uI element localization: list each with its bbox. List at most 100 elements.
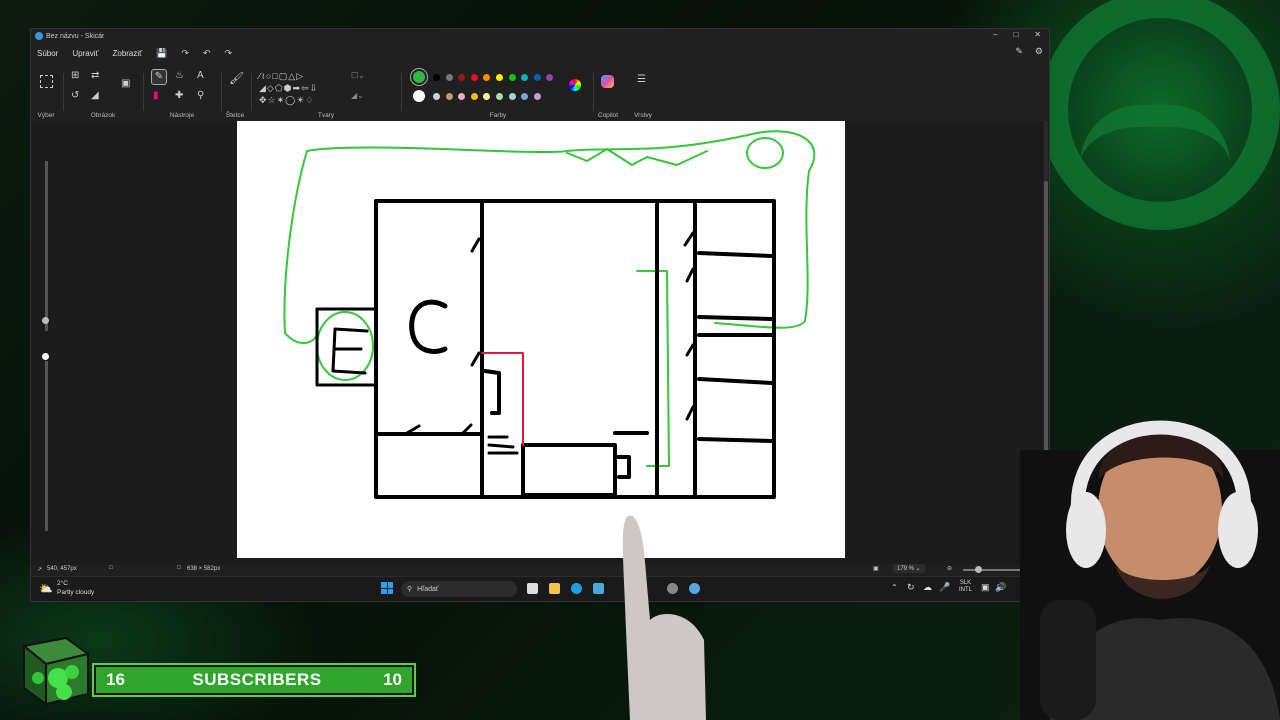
green-room-circle <box>316 311 374 381</box>
weather-temp[interactable]: 2°C <box>57 580 68 587</box>
group-colors: Farby <box>405 65 591 121</box>
settings-gear-icon[interactable]: ⚙ <box>1035 46 1043 57</box>
color-swatch[interactable] <box>496 74 503 81</box>
zoom-out-icon[interactable]: ⊖ <box>947 565 952 572</box>
color-swatch[interactable] <box>445 74 453 81</box>
canvas-size-icon: □ <box>177 565 181 571</box>
color-swatch[interactable] <box>458 93 466 100</box>
taskbar-search[interactable]: ⚲ Hľadať <box>401 581 517 597</box>
task-view-icon[interactable] <box>527 583 538 594</box>
redo-icon[interactable]: ↷ <box>224 48 232 59</box>
color-swatch[interactable] <box>413 90 425 102</box>
color-swatch[interactable] <box>533 74 541 81</box>
drawing-canvas[interactable] <box>237 121 845 558</box>
brush-size-slider[interactable] <box>45 161 48 331</box>
magnifier-icon[interactable]: ⚲ <box>197 91 204 101</box>
share-icon[interactable]: ↷ <box>181 48 189 59</box>
cursor-icon: ↗ <box>37 567 43 573</box>
brush-size-knob[interactable] <box>42 317 49 324</box>
color-swatch[interactable] <box>533 93 541 100</box>
text-icon[interactable]: A <box>197 71 204 81</box>
color-swatch[interactable] <box>483 74 491 81</box>
close-icon[interactable]: ✕ <box>1034 30 1041 39</box>
paint-app-icon <box>35 32 43 40</box>
undo-icon[interactable]: ↶ <box>203 48 211 59</box>
color-swatch[interactable] <box>483 93 491 100</box>
shapes-row1-icon[interactable]: ∕≀○□▢△▷ <box>259 71 304 81</box>
opacity-slider[interactable] <box>45 361 48 531</box>
steam-icon[interactable] <box>593 583 604 594</box>
color-swatch[interactable] <box>470 93 478 100</box>
flip-icon[interactable]: ◢ <box>91 91 99 101</box>
wall-line <box>697 251 774 258</box>
color-swatch[interactable] <box>521 93 529 100</box>
language-indicator[interactable]: SLK INTL <box>959 580 972 594</box>
weather-desc[interactable]: Partly cloudy <box>57 589 94 596</box>
opacity-knob[interactable] <box>42 353 49 360</box>
canvas-area <box>31 121 1043 565</box>
color-swatch[interactable] <box>546 74 554 81</box>
save-icon[interactable]: 💾 <box>156 48 167 59</box>
tray-chevron-icon[interactable]: ⌃ <box>891 583 898 592</box>
group-label-tools: Nástroje <box>169 112 195 119</box>
file-explorer-icon[interactable] <box>549 583 560 594</box>
fill-icon[interactable]: ♨ <box>175 71 184 81</box>
color-swatch[interactable] <box>508 74 516 81</box>
zoom-dropdown[interactable]: 179 % ⌄ <box>893 564 925 573</box>
menu-file[interactable]: Súbor <box>37 49 58 58</box>
streamer-webcam <box>1020 420 1280 720</box>
color-swatch[interactable] <box>445 93 453 100</box>
volume-icon[interactable]: 🔊 <box>995 582 1006 593</box>
eraser-icon[interactable]: ▮ <box>153 91 159 101</box>
tray-sync-icon[interactable]: ↻ <box>907 582 915 593</box>
select-rectangle-icon[interactable] <box>40 75 53 88</box>
color-swatch[interactable] <box>496 93 503 100</box>
group-image: ⊞ ⇄ ▣ ↺ ◢ Obrázok <box>67 65 139 121</box>
outline-icon[interactable]: ☐⌄ <box>351 71 365 81</box>
window-title: Bez názvu - Skicár <box>46 32 105 40</box>
maximize-icon[interactable]: □ <box>1013 30 1018 39</box>
title-bar: Bez názvu - Skicár <box>31 29 1049 43</box>
pencil-icon[interactable]: ✎ <box>151 69 167 85</box>
door-mark <box>483 369 501 415</box>
group-layers: ☰ Vrstvy <box>629 65 657 121</box>
brush-icon[interactable]: 🖌 <box>229 72 244 84</box>
wall-line <box>697 437 774 443</box>
color-swatch[interactable] <box>458 74 466 81</box>
menu-view[interactable]: Zobraziť <box>112 49 142 58</box>
tray-cloud-icon[interactable]: ☁ <box>923 582 932 593</box>
edit-colors-icon[interactable] <box>569 79 581 91</box>
ribbon-separator <box>63 73 64 111</box>
shapes-row2-icon[interactable]: ◢◇⬠⬢➡⇦⇩ <box>259 83 318 93</box>
menu-edit[interactable]: Upraviť <box>72 49 98 58</box>
announce-icon[interactable]: ✎ <box>1015 46 1023 57</box>
zoom-slider-knob[interactable] <box>975 566 982 573</box>
resize-icon[interactable]: ⇄ <box>91 71 99 81</box>
color-swatch[interactable] <box>413 71 425 83</box>
color-swatch[interactable] <box>521 74 529 81</box>
group-copilot: Copilot <box>595 65 621 121</box>
crop-icon[interactable]: ⊞ <box>71 71 79 81</box>
color-picker-icon[interactable]: ✚ <box>175 91 183 101</box>
color-swatch[interactable] <box>470 74 478 81</box>
color-swatch[interactable] <box>508 93 516 100</box>
group-shapes: ∕≀○□▢△▷ ◢◇⬠⬢➡⇦⇩ ✥☆✶◯☀♢ ☐⌄ ◢⌄ Tvary <box>255 65 397 121</box>
selection-icon: □ <box>109 565 113 571</box>
rotate-icon[interactable]: ↺ <box>71 91 79 101</box>
tray-mic-icon[interactable]: 🎤 <box>939 582 950 593</box>
fit-to-window-icon[interactable]: ▣ <box>873 565 879 572</box>
network-icon[interactable]: ▣ <box>981 582 990 593</box>
microphone <box>1040 600 1096 720</box>
group-label-colors: Farby <box>489 112 507 119</box>
shape-fill-icon[interactable]: ◢⌄ <box>351 91 364 101</box>
layers-icon[interactable]: ☰ <box>637 75 646 85</box>
minimize-icon[interactable]: – <box>993 30 997 39</box>
remove-background-icon[interactable]: ▣ <box>121 79 130 89</box>
copilot-icon[interactable] <box>601 75 614 88</box>
green-zigzag <box>566 148 708 166</box>
color-swatch[interactable] <box>433 74 440 81</box>
edge-icon[interactable] <box>571 583 582 594</box>
start-icon[interactable] <box>381 582 393 594</box>
color-swatch[interactable] <box>433 93 440 100</box>
shapes-row3-icon[interactable]: ✥☆✶◯☀♢ <box>259 95 314 105</box>
